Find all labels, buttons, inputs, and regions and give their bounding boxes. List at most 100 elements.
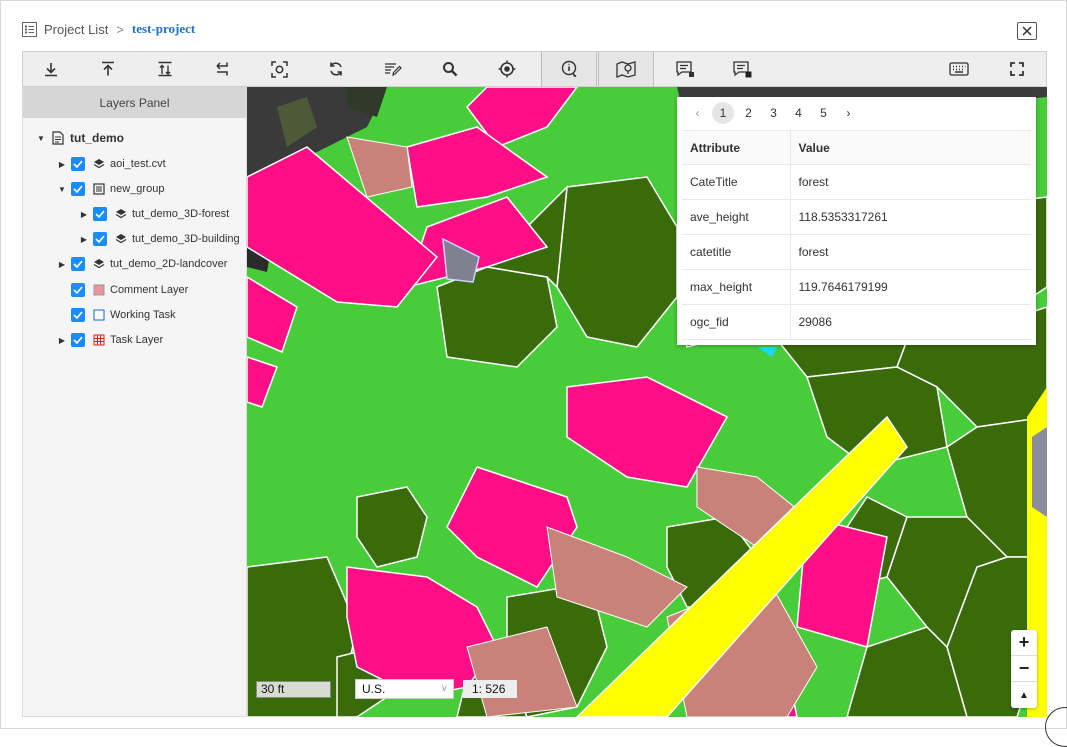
import-icon (216, 62, 228, 76)
value-cell: forest (789, 164, 1031, 200)
fullscreen-button[interactable] (989, 52, 1045, 86)
layers-icon (115, 234, 127, 244)
caret-right-icon[interactable]: ▶ (57, 336, 67, 345)
value-cell: 119.7646179199 (789, 269, 1031, 305)
close-icon (1022, 26, 1032, 36)
layer-checkbox[interactable] (71, 308, 85, 322)
locate-icon (498, 60, 516, 78)
keyboard-button[interactable] (931, 52, 987, 86)
page-5-button[interactable]: 5 (811, 106, 836, 120)
scale-bar: 30 ft (256, 681, 331, 698)
zoom-in-button[interactable]: + (1011, 630, 1037, 656)
check-icon (73, 311, 83, 319)
document-icon (52, 131, 64, 145)
layer-checkbox[interactable] (71, 283, 85, 297)
chevron-down-icon: ∨ (440, 683, 448, 694)
layer-label: tut_demo_3D-building (132, 233, 240, 245)
attribute-table: Attribute Value CateTitle forest ave_heig… (682, 130, 1031, 340)
toolbar (22, 51, 1047, 87)
prev-page-button[interactable]: ‹ (685, 106, 710, 120)
layers-icon (115, 209, 127, 219)
layer-row-comment[interactable]: Comment Layer (67, 280, 188, 300)
caret-down-icon[interactable]: ▼ (57, 185, 67, 194)
import-button[interactable] (194, 52, 250, 86)
units-select-value: U.S. (362, 682, 386, 696)
layer-row-task[interactable]: ▶ Task Layer (57, 330, 163, 350)
breadcrumb: Project List > test-project (22, 18, 195, 40)
layer-checkbox[interactable] (71, 157, 85, 171)
search-button[interactable] (422, 52, 478, 86)
layer-checkbox[interactable] (71, 257, 85, 271)
screenshot-button[interactable] (251, 52, 307, 86)
page-2-button[interactable]: 2 (736, 106, 761, 120)
edit-icon (385, 63, 402, 77)
comment-icon (675, 60, 694, 77)
download-button[interactable] (23, 52, 79, 86)
page-3-button[interactable]: 3 (761, 106, 786, 120)
zoom-control: + − ▲ (1011, 630, 1037, 708)
table-row: catetitle forest (682, 234, 1031, 270)
column-header-attribute: Attribute (682, 130, 790, 165)
layer-checkbox[interactable] (71, 182, 85, 196)
locate-button[interactable] (479, 52, 535, 86)
caret-right-icon[interactable]: ▶ (79, 210, 89, 219)
column-header-value: Value (789, 130, 1031, 165)
caret-right-icon[interactable]: ▶ (79, 235, 89, 244)
layers-icon (93, 259, 105, 269)
upload-button[interactable] (80, 52, 136, 86)
value-cell: forest (789, 234, 1031, 270)
layers-panel-title: Layers Panel (23, 87, 246, 118)
layer-label: tut_demo_3D-forest (132, 208, 230, 220)
working-swatch-icon (93, 309, 105, 321)
layer-row-working-task[interactable]: Working Task (67, 305, 176, 325)
layer-label: new_group (110, 183, 165, 195)
layer-label: Comment Layer (110, 284, 189, 296)
upload-icon (102, 61, 114, 76)
layers-icon (93, 159, 105, 169)
layer-checkbox[interactable] (93, 207, 107, 221)
layer-row-3d-forest[interactable]: ▶ tut_demo_3D-forest (79, 204, 229, 224)
layer-label: Working Task (110, 309, 176, 321)
upload-download-icon (158, 61, 172, 77)
breadcrumb-project-list[interactable]: Project List (44, 22, 108, 37)
page-4-button[interactable]: 4 (786, 106, 811, 120)
edit-button[interactable] (365, 52, 421, 86)
layer-row-2d-landcover[interactable]: ▶ tut_demo_2D-landcover (57, 254, 227, 274)
refresh-button[interactable] (308, 52, 364, 86)
close-button[interactable] (1017, 22, 1037, 40)
north-arrow-button[interactable]: ▲ (1011, 682, 1037, 708)
caret-down-icon[interactable]: ▼ (36, 134, 46, 143)
download-icon (45, 63, 57, 77)
attribute-cell: max_height (682, 269, 790, 305)
layer-row-aoi[interactable]: ▶ aoi_test.cvt (57, 154, 166, 174)
attribute-cell: catetitle (682, 234, 790, 270)
layer-row-new-group[interactable]: ▼ new_group (57, 179, 164, 199)
layer-row-3d-building[interactable]: ▶ tut_demo_3D-building (79, 229, 240, 249)
units-select[interactable]: U.S. ∨ (355, 679, 454, 699)
check-icon (73, 336, 83, 344)
project-list-icon[interactable] (22, 21, 37, 37)
task-button[interactable] (714, 52, 770, 86)
check-icon (73, 160, 83, 168)
info-button[interactable] (541, 52, 597, 86)
check-icon (73, 260, 83, 268)
upload-download-button[interactable] (137, 52, 193, 86)
breadcrumb-current-project: test-project (131, 21, 196, 36)
table-row: ave_height 118.5353317261 (682, 199, 1031, 235)
tree-root[interactable]: ▼ tut_demo (36, 128, 124, 148)
attribute-cell: ogc_fid (682, 304, 790, 340)
caret-right-icon[interactable]: ▶ (57, 260, 67, 269)
layer-checkbox[interactable] (71, 333, 85, 347)
layer-checkbox[interactable] (93, 232, 107, 246)
scale-ratio: 1: 526 (463, 680, 517, 698)
map-marker-icon (616, 61, 636, 78)
map-marker-button[interactable] (598, 52, 654, 86)
info-icon (561, 60, 577, 78)
group-icon (93, 183, 105, 195)
page-1-button[interactable]: 1 (712, 102, 734, 124)
zoom-out-button[interactable]: − (1011, 656, 1037, 682)
next-page-button[interactable]: › (836, 106, 861, 120)
caret-right-icon[interactable]: ▶ (57, 160, 67, 169)
comment-button[interactable] (657, 52, 713, 86)
tree-root-label: tut_demo (70, 131, 124, 145)
